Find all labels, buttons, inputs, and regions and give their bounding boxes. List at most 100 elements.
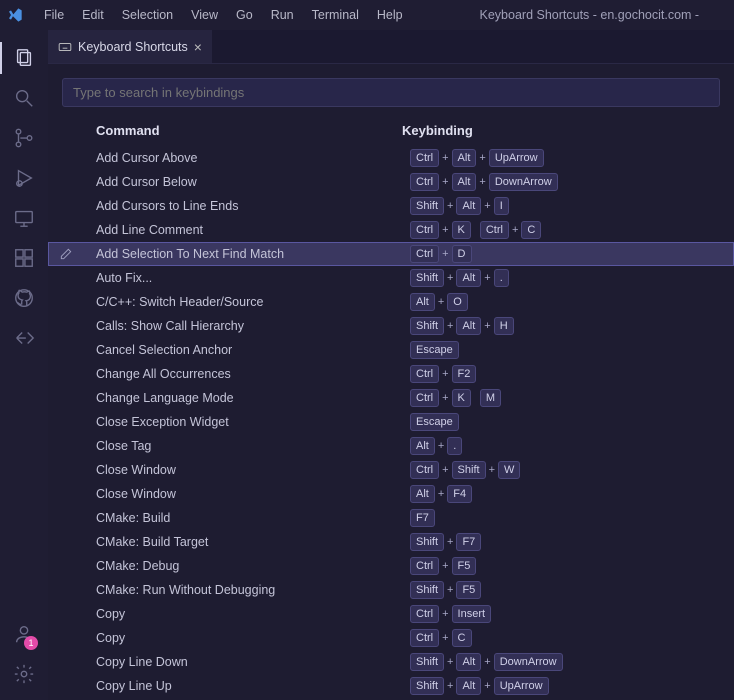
table-row[interactable]: CMake: Build TargetShift+F7 [48, 530, 734, 554]
key-cap: Ctrl [410, 605, 439, 623]
menu-run[interactable]: Run [263, 4, 302, 26]
command-label: Close Window [84, 487, 409, 501]
command-label: Close Window [84, 463, 409, 477]
table-row[interactable]: Copy Line DownShift+Alt+DownArrow [48, 650, 734, 674]
header-keybinding[interactable]: Keybinding [402, 123, 720, 138]
table-row[interactable]: Change All OccurrencesCtrl+F2 [48, 362, 734, 386]
vscode-logo-icon [6, 6, 24, 24]
key-cap: Alt [456, 269, 481, 287]
table-row[interactable]: C/C++: Switch Header/SourceAlt+O [48, 290, 734, 314]
shortcuts-list[interactable]: Add Cursor AboveCtrl+Alt+UpArrowAdd Curs… [48, 146, 734, 698]
table-row[interactable]: Add Selection To Next Find MatchCtrl+D [48, 242, 734, 266]
key-cap: H [494, 317, 514, 335]
settings-gear-icon[interactable] [0, 654, 48, 694]
table-row[interactable]: Add Cursor BelowCtrl+Alt+DownArrow [48, 170, 734, 194]
table-row[interactable]: CMake: Run Without DebuggingShift+F5 [48, 578, 734, 602]
keybinding-cell: Escape [409, 341, 734, 359]
menu-selection[interactable]: Selection [114, 4, 181, 26]
table-row[interactable]: Change Language ModeCtrl+K M [48, 386, 734, 410]
table-row[interactable]: Auto Fix...Shift+Alt+. [48, 266, 734, 290]
explorer-icon[interactable] [0, 38, 48, 78]
command-label: Auto Fix... [84, 271, 409, 285]
keybinding-cell: Ctrl+Alt+UpArrow [409, 149, 734, 167]
key-cap: Alt [456, 317, 481, 335]
command-label: Close Tag [84, 439, 409, 453]
keybinding-cell: Ctrl+C [409, 629, 734, 647]
table-row[interactable]: Close WindowCtrl+Shift+W [48, 458, 734, 482]
source-control-icon[interactable] [0, 118, 48, 158]
command-label: C/C++: Switch Header/Source [84, 295, 409, 309]
keybinding-cell: Ctrl+K M [409, 389, 734, 407]
menu-go[interactable]: Go [228, 4, 261, 26]
keybinding-cell: Shift+Alt+. [409, 269, 734, 287]
title-bar: FileEditSelectionViewGoRunTerminalHelp K… [0, 0, 734, 30]
command-label: Add Selection To Next Find Match [84, 247, 409, 261]
command-label: Copy Line Down [84, 655, 409, 669]
keybinding-cell: Shift+Alt+H [409, 317, 734, 335]
search-icon[interactable] [0, 78, 48, 118]
table-row[interactable]: CMake: DebugCtrl+F5 [48, 554, 734, 578]
table-row[interactable]: Add Cursor AboveCtrl+Alt+UpArrow [48, 146, 734, 170]
close-icon[interactable]: × [194, 39, 202, 55]
menu-help[interactable]: Help [369, 4, 411, 26]
table-row[interactable]: CopyCtrl+C [48, 626, 734, 650]
tab-keyboard-shortcuts[interactable]: Keyboard Shortcuts × [48, 30, 213, 63]
header-command[interactable]: Command [48, 123, 402, 138]
table-row[interactable]: Close WindowAlt+F4 [48, 482, 734, 506]
table-row[interactable]: Close TagAlt+. [48, 434, 734, 458]
table-row[interactable]: Calls: Show Call HierarchyShift+Alt+H [48, 314, 734, 338]
key-cap: Shift [410, 677, 444, 695]
key-cap: Ctrl [410, 149, 439, 167]
key-cap: Alt [456, 677, 481, 695]
menu-view[interactable]: View [183, 4, 226, 26]
keybinding-cell: Alt+F4 [409, 485, 734, 503]
table-row[interactable]: Add Cursors to Line EndsShift+Alt+I [48, 194, 734, 218]
key-cap: C [521, 221, 541, 239]
keybinding-cell: Ctrl+D [409, 245, 734, 263]
menu-file[interactable]: File [36, 4, 72, 26]
command-label: CMake: Run Without Debugging [84, 583, 409, 597]
extensions-icon[interactable] [0, 238, 48, 278]
key-cap: . [447, 437, 462, 455]
key-cap: DownArrow [489, 173, 558, 191]
window-title: Keyboard Shortcuts - en.gochocit.com - [451, 8, 728, 22]
key-cap: F2 [452, 365, 477, 383]
command-label: Add Cursors to Line Ends [84, 199, 409, 213]
remote-explorer-icon[interactable] [0, 198, 48, 238]
command-label: Add Line Comment [84, 223, 409, 237]
key-cap: I [494, 197, 509, 215]
table-row[interactable]: Close Exception WidgetEscape [48, 410, 734, 434]
keyboard-icon [58, 40, 72, 54]
tab-label: Keyboard Shortcuts [78, 40, 188, 54]
search-keybindings-input[interactable] [62, 78, 720, 107]
github-icon[interactable] [0, 278, 48, 318]
key-cap: Shift [410, 653, 444, 671]
run-debug-icon[interactable] [0, 158, 48, 198]
table-row[interactable]: CopyCtrl+Insert [48, 602, 734, 626]
key-cap: UpArrow [489, 149, 544, 167]
table-row[interactable]: Copy Line UpShift+Alt+UpArrow [48, 674, 734, 698]
command-label: Copy Line Up [84, 679, 409, 693]
live-share-icon[interactable] [0, 318, 48, 358]
command-label: Close Exception Widget [84, 415, 409, 429]
key-cap: Alt [456, 653, 481, 671]
key-cap: K [452, 389, 471, 407]
key-cap: Alt [452, 149, 477, 167]
key-cap: Alt [410, 293, 435, 311]
key-cap: Ctrl [410, 557, 439, 575]
key-cap: Ctrl [410, 245, 439, 263]
table-row[interactable]: Add Line CommentCtrl+K Ctrl+C [48, 218, 734, 242]
edit-icon[interactable] [48, 247, 84, 261]
command-label: Calls: Show Call Hierarchy [84, 319, 409, 333]
accounts-icon[interactable]: 1 [0, 614, 48, 654]
menu-edit[interactable]: Edit [74, 4, 112, 26]
table-row[interactable]: Cancel Selection AnchorEscape [48, 338, 734, 362]
activity-bar: 1 [0, 30, 48, 700]
command-label: CMake: Build [84, 511, 409, 525]
key-cap: F7 [410, 509, 435, 527]
key-cap: Insert [452, 605, 492, 623]
menu-terminal[interactable]: Terminal [304, 4, 367, 26]
table-row[interactable]: CMake: BuildF7 [48, 506, 734, 530]
key-cap: W [498, 461, 520, 479]
key-cap: Shift [410, 269, 444, 287]
